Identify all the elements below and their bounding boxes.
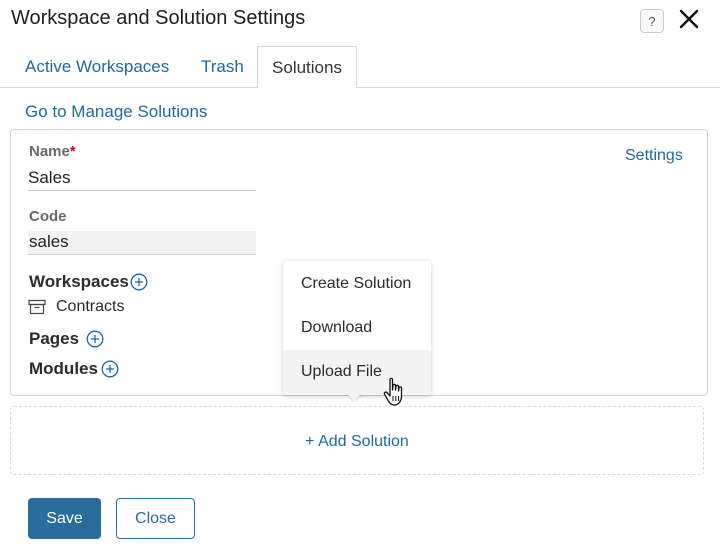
tab-bar: Active Workspaces Trash Solutions [0, 46, 720, 89]
menu-item-upload-file[interactable]: Upload File [283, 350, 431, 394]
plus-circle-icon [86, 330, 104, 348]
archive-icon [28, 299, 46, 315]
pages-label: Pages [29, 329, 80, 348]
plus-circle-icon [101, 360, 119, 378]
save-button[interactable]: Save [28, 498, 101, 539]
add-module-button[interactable] [101, 360, 119, 378]
tab-trash[interactable]: Trash [201, 46, 244, 88]
workspace-item-label: Contracts [56, 298, 125, 315]
required-mark: * [69, 143, 76, 160]
add-page-button[interactable] [86, 330, 104, 348]
workspaces-label: Workspaces [29, 272, 129, 291]
dialog-title: Workspace and Solution Settings [11, 7, 306, 29]
close-icon [679, 9, 699, 29]
add-solution-area[interactable]: + Add Solution [10, 406, 704, 475]
tab-active-workspaces[interactable]: Active Workspaces [25, 46, 169, 88]
name-label: Name* [29, 143, 76, 160]
close-dialog-button[interactable] [676, 6, 702, 32]
menu-item-create-solution[interactable]: Create Solution [283, 262, 431, 306]
menu-item-download[interactable]: Download [283, 306, 431, 350]
hand-pointer-icon [383, 377, 403, 406]
settings-link[interactable]: Settings [625, 147, 683, 165]
tab-solutions[interactable]: Solutions [257, 46, 357, 89]
modules-label: Modules [29, 359, 98, 378]
help-icon: ? [648, 13, 656, 29]
code-field: sales [28, 231, 256, 255]
manage-solutions-link[interactable]: Go to Manage Solutions [25, 102, 207, 122]
solution-actions-menu: Create Solution Download Upload File [283, 261, 431, 395]
code-label: Code [29, 208, 67, 225]
menu-caret [346, 393, 362, 401]
close-button[interactable]: Close [116, 498, 195, 539]
add-solution-button[interactable]: + Add Solution [11, 407, 703, 476]
help-button[interactable]: ? [640, 9, 664, 33]
name-field[interactable]: Sales [28, 167, 256, 191]
plus-circle-icon [130, 273, 148, 291]
add-workspace-button[interactable] [130, 273, 148, 291]
workspace-item-contracts[interactable]: Contracts [28, 297, 124, 317]
